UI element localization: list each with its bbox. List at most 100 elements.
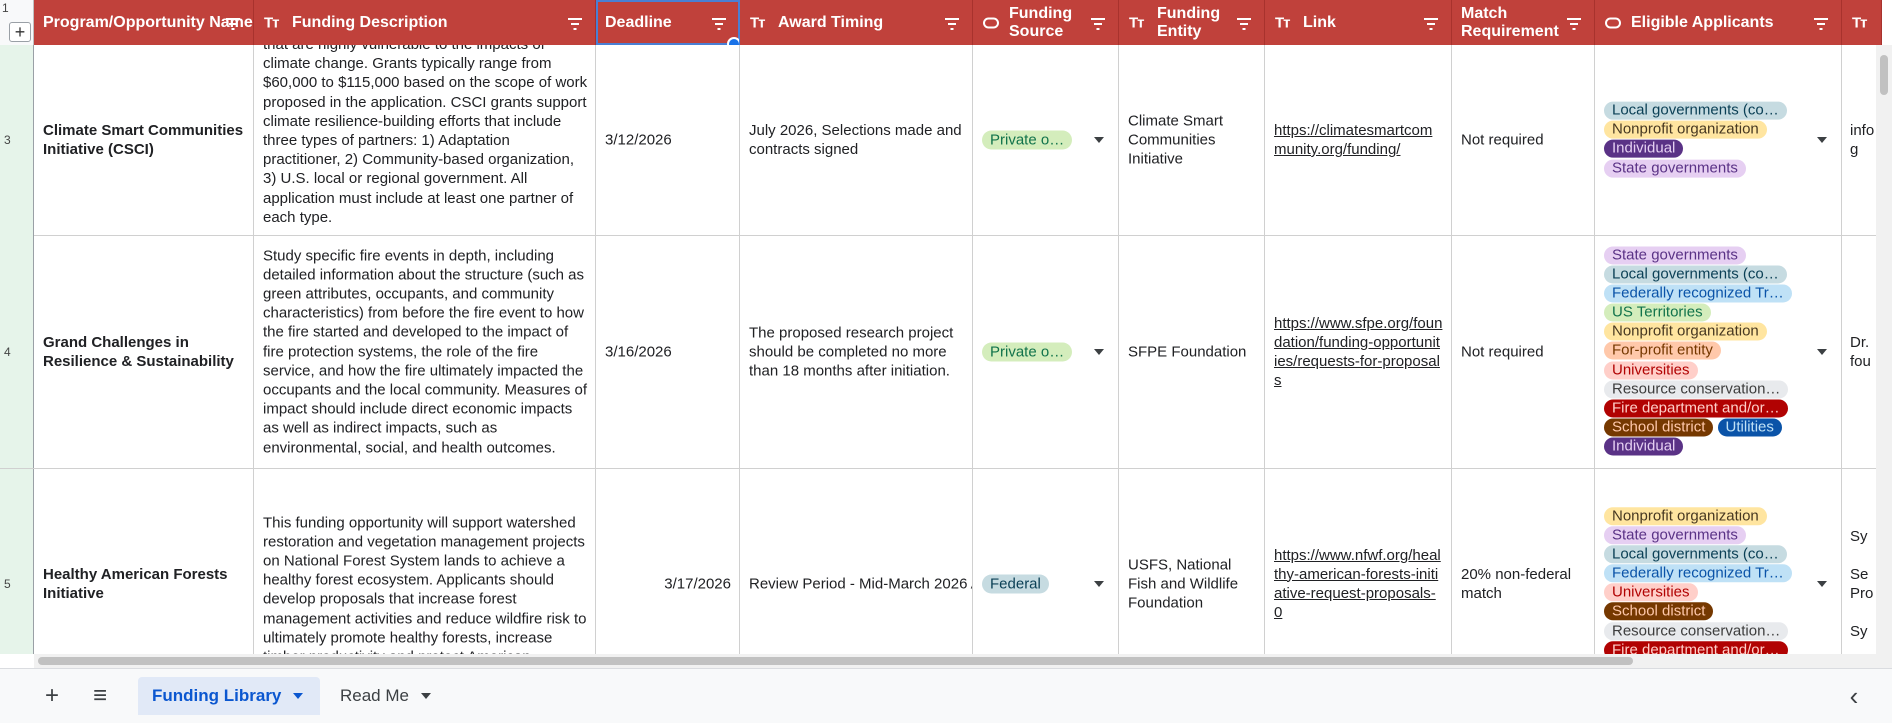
column-header-desc[interactable]: Tт Funding Description xyxy=(254,0,596,45)
eligible-applicant-chip: School district xyxy=(1604,418,1714,437)
funding-description-text: This funding opportunity will support wa… xyxy=(263,514,587,654)
vertical-scroll-thumb[interactable] xyxy=(1880,55,1888,95)
row-number[interactable]: 5 xyxy=(0,469,34,654)
table-row[interactable]: 5 Healthy American Forests Initiative This… xyxy=(0,469,1892,654)
program-name: Grand Challenges in Resilience & Sustain… xyxy=(43,333,234,370)
add-sheet-button[interactable]: + xyxy=(38,677,66,715)
cell-name[interactable]: Climate Smart Communities Initiative (CS… xyxy=(34,45,254,235)
selection-handle[interactable] xyxy=(727,37,739,45)
cell-timing[interactable]: July 2026, Selections made and contracts… xyxy=(740,45,973,235)
dropdown-chip-icon xyxy=(1605,17,1621,28)
deadline-value: 3/17/2026 xyxy=(664,575,731,592)
eligible-applicant-chip: Local governments (co… xyxy=(1604,545,1787,564)
filter-icon[interactable] xyxy=(567,17,583,30)
cell-deadline[interactable]: 3/12/2026 xyxy=(596,45,740,235)
column-header-link[interactable]: Tт Link xyxy=(1265,0,1452,45)
dropdown-arrow-icon[interactable] xyxy=(1817,348,1827,355)
row-number-label: 3 xyxy=(4,133,11,147)
cell-entity[interactable]: SFPE Foundation xyxy=(1119,235,1265,468)
eligible-applicant-chip: Fire department and/or… xyxy=(1604,641,1788,654)
match-requirement-text: 20% non-federal match xyxy=(1461,565,1572,602)
cell-link[interactable]: https://www.sfpe.org/foundation/funding-… xyxy=(1265,235,1452,468)
column-header-deadline[interactable]: Deadline xyxy=(596,0,740,45)
cell-name[interactable]: Healthy American Forests Initiative xyxy=(34,469,254,654)
cell-link[interactable]: https://climatesmartcommunity.org/fundin… xyxy=(1265,45,1452,235)
cell-deadline[interactable]: 3/17/2026 xyxy=(596,469,740,654)
filter-icon[interactable] xyxy=(225,17,241,30)
row-number[interactable]: 3 xyxy=(0,45,34,235)
filter-icon[interactable] xyxy=(944,17,960,30)
horizontal-scrollbar[interactable] xyxy=(34,654,1892,668)
column-header-timing[interactable]: Tт Award Timing xyxy=(740,0,973,45)
dropdown-chip-icon xyxy=(983,17,999,28)
dropdown-arrow-icon[interactable] xyxy=(1094,137,1104,143)
cell-timing[interactable]: Review Period - Mid-March 2026 Awards An… xyxy=(740,469,973,654)
cell-entity[interactable]: USFS, National Fish and Wildlife Foundat… xyxy=(1119,469,1265,654)
overflow-cell-text: Sy Se Pro Sy xyxy=(1850,527,1874,640)
cell-source[interactable]: Federal xyxy=(973,469,1119,654)
funding-link[interactable]: https://www.sfpe.org/foundation/funding-… xyxy=(1274,314,1443,390)
cell-match[interactable]: Not required xyxy=(1452,235,1595,468)
table-row[interactable]: 3 Climate Smart Communities Initiative (C… xyxy=(0,45,1892,236)
cell-source[interactable]: Private o… xyxy=(973,235,1119,468)
column-header-label: Eligible Applicants xyxy=(1631,13,1774,31)
cell-name[interactable]: Grand Challenges in Resilience & Sustain… xyxy=(34,235,254,468)
collapse-sidebar-icon[interactable]: ‹ xyxy=(1840,677,1868,715)
cell-deadline[interactable]: 3/16/2026 xyxy=(596,235,740,468)
cell-match[interactable]: Not required xyxy=(1452,45,1595,235)
eligible-applicant-chip: Federally recognized Tr… xyxy=(1604,284,1792,303)
cell-eligible[interactable]: State governments Local governments (co… F… xyxy=(1595,235,1842,468)
table-row[interactable]: 4 Grand Challenges in Resilience & Sustai… xyxy=(0,235,1892,469)
funding-link[interactable]: https://www.nfwf.org/healthy-american-fo… xyxy=(1274,546,1443,622)
dropdown-arrow-icon[interactable] xyxy=(1094,580,1104,587)
horizontal-scroll-thumb[interactable] xyxy=(38,657,1633,665)
add-row-button[interactable]: + xyxy=(9,22,31,42)
dropdown-arrow-icon[interactable] xyxy=(1094,348,1104,355)
funding-link[interactable]: https://climatesmartcommunity.org/fundin… xyxy=(1274,121,1443,159)
row-number-label: 4 xyxy=(4,344,11,359)
dropdown-arrow-icon[interactable] xyxy=(1817,580,1827,587)
cell-source[interactable]: Private o… xyxy=(973,45,1119,235)
cell-desc[interactable]: This funding opportunity will support wa… xyxy=(254,469,596,654)
match-requirement-text: Not required xyxy=(1461,131,1544,149)
text-type-icon: Tт xyxy=(1275,14,1290,31)
cell-eligible[interactable]: Nonprofit organization State governments L… xyxy=(1595,469,1842,654)
cell-match[interactable]: 20% non-federal match xyxy=(1452,469,1595,654)
column-header-row: 1 + Program/Opportunity Name Tт Funding De… xyxy=(0,0,1892,45)
filter-icon[interactable] xyxy=(711,17,727,30)
funding-source-chip: Federal xyxy=(982,574,1049,593)
cell-entity[interactable]: Climate Smart Communities Initiative xyxy=(1119,45,1265,235)
vertical-scrollbar[interactable] xyxy=(1876,45,1892,654)
tab-funding-library[interactable]: Funding Library xyxy=(138,677,320,715)
cell-timing[interactable]: The proposed research project should be … xyxy=(740,235,973,468)
overflow-cell-text: info g xyxy=(1850,122,1875,158)
text-type-icon: Tт xyxy=(750,14,765,31)
cell-desc[interactable]: Study specific fire events in depth, inc… xyxy=(254,235,596,468)
overflow-cell-text: Dr. fou xyxy=(1850,333,1871,370)
all-sheets-button[interactable]: ≡ xyxy=(86,677,114,715)
filter-icon[interactable] xyxy=(1566,17,1582,30)
chevron-down-icon[interactable] xyxy=(293,693,304,699)
cell-eligible[interactable]: Local governments (co… Nonprofit organiza… xyxy=(1595,45,1842,235)
eligible-applicant-chip: For-profit entity xyxy=(1604,341,1721,360)
filter-icon[interactable] xyxy=(1090,17,1106,30)
cell-desc[interactable]: that are highly vulnerable to the impact… xyxy=(254,45,596,235)
funding-entity-text: SFPE Foundation xyxy=(1128,343,1247,360)
chevron-down-icon[interactable] xyxy=(420,693,431,699)
tab-read-me[interactable]: Read Me xyxy=(326,677,446,715)
filter-icon[interactable] xyxy=(1236,17,1252,30)
column-header-eligible[interactable]: Eligible Applicants xyxy=(1595,0,1842,45)
row-number[interactable]: 4 xyxy=(0,235,34,468)
column-header-name[interactable]: Program/Opportunity Name xyxy=(34,0,254,45)
column-header-entity[interactable]: Tт Funding Entity xyxy=(1119,0,1265,45)
filter-icon[interactable] xyxy=(1813,17,1829,30)
eligible-applicant-chip: State governments xyxy=(1604,525,1746,544)
column-header-extra[interactable]: Tт xyxy=(1842,0,1882,45)
cell-link[interactable]: https://www.nfwf.org/healthy-american-fo… xyxy=(1265,469,1452,654)
column-header-match[interactable]: Match Requirement xyxy=(1452,0,1595,45)
filter-icon[interactable] xyxy=(1423,17,1439,30)
eligible-applicant-chip: State governments xyxy=(1604,159,1746,178)
column-header-label: Funding Description xyxy=(292,13,448,31)
dropdown-arrow-icon[interactable] xyxy=(1817,137,1827,143)
column-header-source[interactable]: Funding Source xyxy=(973,0,1119,45)
